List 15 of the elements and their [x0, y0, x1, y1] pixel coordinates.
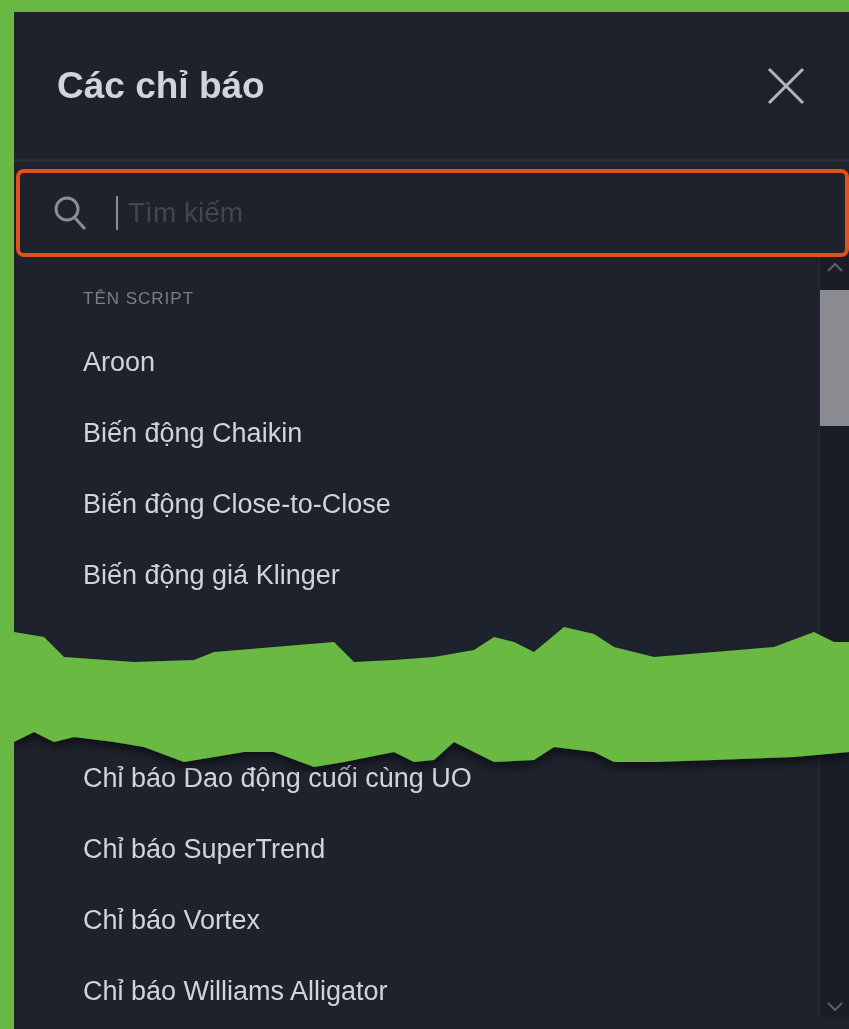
- text-cursor: [116, 196, 118, 230]
- indicator-item[interactable]: Chỉ báo Dao động cuối cùng UO: [83, 761, 472, 795]
- scrollbar-thumb[interactable]: [820, 290, 849, 426]
- dialog-title: Các chỉ báo: [57, 64, 265, 107]
- indicator-item[interactable]: Biến động giá Klinger: [83, 558, 340, 592]
- indicator-item[interactable]: Chỉ báo Williams Alligator: [83, 974, 388, 1008]
- list-heading: TÊN SCRIPT: [83, 288, 196, 310]
- scroll-up-icon[interactable]: [827, 262, 843, 272]
- scroll-down-icon[interactable]: [827, 1002, 843, 1012]
- indicator-item[interactable]: Biến động Chaikin: [83, 416, 303, 450]
- indicator-item[interactable]: Biến động Close-to-Close: [83, 487, 391, 521]
- search-icon: [53, 195, 87, 231]
- indicator-item[interactable]: Chỉ báo SuperTrend: [83, 832, 326, 866]
- indicator-item[interactable]: Aroon: [83, 345, 156, 379]
- indicator-item[interactable]: Chỉ báo Vortex: [83, 903, 261, 937]
